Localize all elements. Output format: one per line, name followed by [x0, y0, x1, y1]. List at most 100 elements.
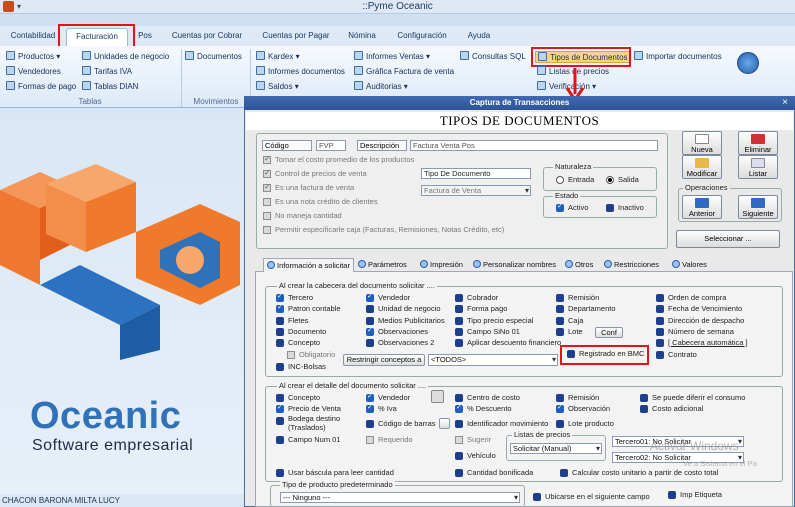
siguiente-button[interactable]: Siguiente — [738, 195, 778, 219]
cab-checkbox[interactable] — [556, 328, 564, 336]
det-checkbox[interactable] — [640, 405, 648, 413]
cab-checkbox[interactable] — [656, 328, 664, 336]
det-checkbox[interactable] — [276, 469, 284, 477]
cab-checkbox[interactable] — [276, 328, 284, 336]
power-icon[interactable] — [737, 52, 759, 74]
cab-checkbox[interactable] — [455, 328, 463, 336]
det-checkbox[interactable] — [455, 403, 463, 413]
sugerir-checkbox[interactable] — [455, 436, 463, 444]
ribbon-consultas-sql[interactable]: Consultas SQL — [460, 51, 526, 63]
salida-radio[interactable] — [606, 176, 614, 184]
ribbon-kardex[interactable]: Kardex ▾ — [256, 51, 300, 63]
ubicarse-checkbox[interactable] — [533, 493, 541, 501]
ribbon-importar-documentos[interactable]: Importar documentos — [634, 51, 722, 63]
tab-valores[interactable]: Valores — [672, 258, 707, 272]
det-checkbox[interactable] — [276, 403, 284, 413]
seleccionar-button[interactable]: Seleccionar ... — [676, 230, 780, 248]
det-checkbox[interactable] — [276, 394, 284, 402]
det-checkbox[interactable] — [366, 420, 374, 428]
det-checkbox[interactable] — [455, 469, 463, 477]
barcode-options-button[interactable] — [439, 418, 450, 429]
modificar-button[interactable]: Modificar — [682, 155, 722, 179]
descripcion-input[interactable]: Factura Venta Pos — [410, 140, 658, 151]
option-checkbox[interactable] — [263, 154, 271, 164]
det-checkbox[interactable] — [276, 417, 284, 425]
det-checkbox[interactable] — [276, 436, 284, 444]
cab-checkbox[interactable] — [656, 339, 664, 347]
ribbon-saldos[interactable]: Saldos ▾ — [256, 81, 299, 93]
tab-configuracion[interactable]: Configuración — [392, 28, 452, 46]
codigo-input[interactable]: FVP — [316, 140, 346, 151]
tab-cuentas-por-pagar[interactable]: Cuentas por Pagar — [256, 28, 336, 46]
inactivo-radio[interactable] — [606, 204, 614, 212]
tipo-documento-field[interactable]: Tipo De Documento — [421, 168, 531, 179]
option-checkbox[interactable] — [263, 168, 271, 178]
restringir-button[interactable]: Restringir conceptos a — [343, 354, 425, 366]
tab-contabilidad[interactable]: Contabilidad — [6, 28, 60, 46]
tab-cuentas-por-cobrar[interactable]: Cuentas por Cobrar — [166, 28, 248, 46]
cab-checkbox[interactable] — [556, 294, 564, 302]
tab-impresion[interactable]: Impresión — [420, 258, 463, 272]
cab-checkbox[interactable] — [656, 317, 664, 325]
ribbon-auditorias[interactable]: Auditorias ▾ — [354, 81, 408, 93]
cab-checkbox[interactable] — [366, 339, 374, 347]
cab-checkbox[interactable] — [276, 339, 284, 347]
tab-parametros[interactable]: Parámetros — [358, 258, 407, 272]
ribbon-grafica-factura[interactable]: Gráfica Factura de venta — [354, 66, 454, 78]
tab-informacion[interactable]: Información a solicitar — [263, 258, 354, 272]
eliminar-button[interactable]: Eliminar — [738, 131, 778, 155]
det-checkbox[interactable] — [366, 392, 374, 402]
listar-button[interactable]: Listar — [738, 155, 778, 179]
tab-ayuda[interactable]: Ayuda — [464, 28, 494, 46]
cab-checkbox[interactable] — [366, 292, 374, 302]
ribbon-formas-pago[interactable]: Formas de pago — [6, 81, 76, 93]
cab-checkbox[interactable] — [455, 317, 463, 325]
ribbon-productos[interactable]: Productos ▾ — [6, 51, 60, 63]
det-checkbox[interactable] — [455, 452, 463, 460]
cab-checkbox[interactable] — [656, 294, 664, 302]
option-checkbox[interactable] — [263, 212, 271, 220]
cab-checkbox[interactable] — [366, 326, 374, 336]
imp-etiqueta-checkbox[interactable] — [668, 491, 676, 499]
cab-checkbox[interactable] — [455, 305, 463, 313]
cab-checkbox[interactable] — [276, 303, 284, 313]
cab-checkbox[interactable] — [366, 317, 374, 325]
cab-checkbox[interactable] — [366, 305, 374, 313]
app-icon[interactable] — [3, 1, 14, 12]
ribbon-informes-ventas[interactable]: Informes Ventas ▾ — [354, 51, 430, 63]
obligatorio-checkbox[interactable] — [287, 351, 295, 359]
option-checkbox[interactable] — [263, 198, 271, 206]
cab-checkbox[interactable] — [656, 305, 664, 313]
option-checkbox[interactable] — [263, 226, 271, 234]
det-checkbox[interactable] — [556, 403, 564, 413]
ribbon-unidades-negocio[interactable]: Unidades de negocio — [82, 51, 169, 63]
option-checkbox[interactable] — [263, 182, 271, 192]
det-checkbox[interactable] — [455, 420, 463, 428]
quick-access-chevron-icon[interactable]: ▾ — [17, 2, 21, 11]
ribbon-tarifas-iva[interactable]: Tarifas IVA — [82, 66, 132, 78]
det-checkbox[interactable] — [556, 394, 564, 402]
requerido-checkbox[interactable] — [366, 436, 374, 444]
edit-pencil-icon[interactable] — [431, 390, 444, 403]
conf-button[interactable]: Conf — [595, 327, 623, 338]
anterior-button[interactable]: Anterior — [682, 195, 722, 219]
det-checkbox[interactable] — [455, 394, 463, 402]
close-icon[interactable]: × — [779, 98, 791, 109]
cab-checkbox[interactable] — [455, 339, 463, 347]
tab-personalizar[interactable]: Personalizar nombres — [473, 258, 556, 272]
tab-otros[interactable]: Otros — [565, 258, 593, 272]
cabecera-automatica-link[interactable]: [ Cabecera automática ] — [668, 338, 748, 348]
activo-radio[interactable] — [556, 202, 564, 212]
cab-checkbox[interactable] — [556, 305, 564, 313]
ribbon-informes-documentos[interactable]: Informes documentos — [256, 66, 345, 78]
cab-checkbox[interactable] — [276, 363, 284, 371]
cab-checkbox[interactable] — [656, 351, 664, 359]
cab-checkbox[interactable] — [455, 294, 463, 302]
tab-pos[interactable]: Pos — [135, 28, 155, 46]
cab-checkbox[interactable] — [276, 317, 284, 325]
nueva-button[interactable]: Nueva — [682, 131, 722, 155]
listas-precios-select[interactable]: Solicitar (Manual) — [510, 443, 602, 454]
entrada-radio[interactable] — [556, 176, 564, 184]
todos-select[interactable]: <TODOS> — [428, 354, 558, 366]
tab-restricciones[interactable]: Restricciones — [604, 258, 659, 272]
